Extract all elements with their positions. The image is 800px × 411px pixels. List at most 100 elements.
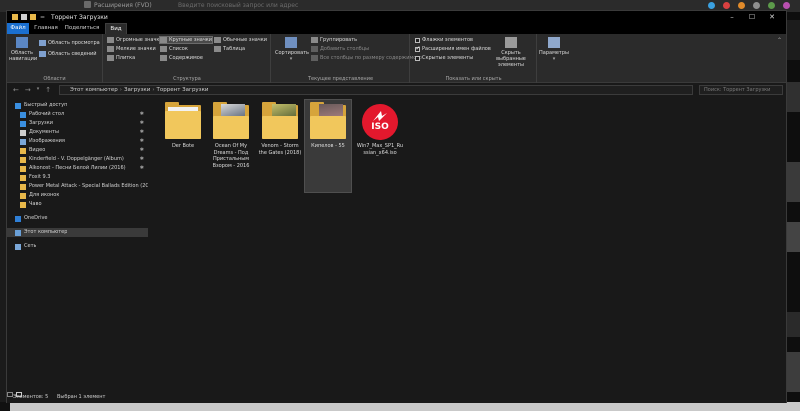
layout-extra-large-icons[interactable]: Огромные значки <box>107 37 163 43</box>
sort-button[interactable]: Сортировать ▾ <box>275 37 309 62</box>
extension-red-icon[interactable] <box>723 2 730 9</box>
taskbar-strip <box>0 402 800 411</box>
sidebar-item[interactable]: Видео ✱ <box>7 146 148 155</box>
layout-details[interactable]: Таблица <box>214 46 245 52</box>
ribbon-tabs: Файл Главная Поделиться Вид <box>7 23 786 34</box>
layout-large-icons[interactable]: Крупные значки <box>158 36 214 44</box>
tab-view[interactable]: Вид <box>105 23 127 34</box>
properties-icon[interactable] <box>21 14 27 20</box>
pin-icon[interactable]: ✱ <box>140 137 144 146</box>
breadcrumb-item[interactable]: Загрузки <box>124 87 150 93</box>
file-view: Der Bote Ocean Of My Dreams - Под Приста… <box>152 97 786 390</box>
sidebar-item[interactable]: Этот компьютер <box>7 228 148 237</box>
pin-icon[interactable]: ✱ <box>140 110 144 119</box>
small-icons-icon <box>107 46 114 52</box>
sidebar-item[interactable]: Загрузки ✱ <box>7 119 148 128</box>
file-name: Кипелов - 55 <box>311 143 345 149</box>
close-icon[interactable]: ✕ <box>762 11 782 23</box>
file-name: Venom - Storm the Gates (2018) <box>258 143 302 156</box>
pin-icon[interactable]: ✱ <box>140 155 144 164</box>
sidebar-item[interactable]: OneDrive <box>7 214 148 223</box>
sidebar-item[interactable]: Alkonost - Песни Белой Лилии (2016) ✱ <box>7 164 148 173</box>
item-checkboxes-toggle[interactable]: Флажки элементов <box>415 37 473 43</box>
up-arrow-icon[interactable]: ↑ <box>45 86 51 94</box>
layout-content[interactable]: Содержимое <box>160 55 203 61</box>
pin-icon[interactable]: ✱ <box>140 164 144 173</box>
ribbon-collapse-icon[interactable]: ⌃ <box>777 37 782 44</box>
sidebar-item[interactable]: Для иконок <box>7 191 148 200</box>
folder-icon <box>20 192 26 199</box>
ribbon-group-label: Показать или скрыть <box>445 76 502 82</box>
sidebar-item-label: Power Metal Attack - Special Ballads Edi… <box>29 183 148 189</box>
forward-arrow-icon[interactable]: → <box>25 86 31 94</box>
sidebar-item-label: Рабочий стол <box>29 111 65 117</box>
new-folder-icon[interactable] <box>30 14 36 20</box>
layout-item-label: Обычные значки <box>223 37 268 43</box>
computer-icon <box>15 229 21 236</box>
file-item[interactable]: Der Bote <box>160 100 206 192</box>
hide-selected-icon <box>505 37 517 48</box>
file-item[interactable]: Venom - Storm the Gates (2018) <box>257 100 303 192</box>
ribbon-group-panes: Область навигации Область просмотра Обла… <box>7 34 103 83</box>
details-pane-icon <box>39 51 46 57</box>
pin-icon[interactable]: ✱ <box>140 146 144 155</box>
sidebar-item[interactable]: Power Metal Attack - Special Ballads Edi… <box>7 182 148 191</box>
file-item[interactable]: ISO Win7_Max_SP1_Russian_x64.iso <box>355 100 405 192</box>
sidebar-item[interactable]: Изображения ✱ <box>7 137 148 146</box>
extension-blue-icon[interactable] <box>708 2 715 9</box>
sidebar-item[interactable]: Документы ✱ <box>7 128 148 137</box>
sidebar-item-label: Foxit 9.3 <box>29 174 51 180</box>
hidden-items-toggle[interactable]: Скрытые элементы <box>415 55 473 61</box>
add-columns-button[interactable]: Добавить столбцы <box>311 46 369 52</box>
minimize-icon[interactable]: – <box>722 11 742 23</box>
list-icon <box>160 46 167 52</box>
pin-icon[interactable]: ✱ <box>140 128 144 137</box>
layout-small-icons[interactable]: Мелкие значки <box>107 46 156 52</box>
layout-medium-icons[interactable]: Обычные значки <box>214 37 267 43</box>
navigation-pane-button[interactable]: Область навигации <box>9 37 37 62</box>
preview-pane-button[interactable]: Область просмотра <box>39 40 100 46</box>
chevron-down-icon: ▾ <box>552 56 556 62</box>
layout-list[interactable]: Список <box>160 46 188 52</box>
extension-orange-icon[interactable] <box>738 2 745 9</box>
options-button[interactable]: Параметры ▾ <box>539 37 569 62</box>
details-pane-label: Область сведений <box>48 51 97 57</box>
sidebar-item-label: Для иконок <box>29 192 60 198</box>
file-item[interactable]: Ocean Of My Dreams - Под Пристальным Взо… <box>208 100 254 192</box>
checkbox[interactable] <box>415 55 420 61</box>
checkbox-checked[interactable] <box>415 45 421 52</box>
tab-file[interactable]: Файл <box>7 23 29 34</box>
extra-large-icons-icon <box>107 37 114 43</box>
sidebar-item[interactable]: Чаво <box>7 200 148 209</box>
sidebar-item[interactable]: Kinderfield - V. Doppelgänger (Album) ✱ <box>7 155 148 164</box>
extension-gray-icon[interactable] <box>753 2 760 9</box>
sidebar-item[interactable]: Рабочий стол ✱ <box>7 110 148 119</box>
search-input[interactable]: Поиск: Торрент Загрузки <box>699 85 783 95</box>
folder-icon[interactable] <box>12 14 18 20</box>
sidebar-item[interactable]: Быстрый доступ <box>7 101 148 110</box>
fit-columns-label: Все столбцы по размеру содержимого <box>320 55 422 61</box>
file-extensions-toggle[interactable]: Расширения имен файлов <box>415 45 491 52</box>
extension-purple-icon[interactable] <box>783 2 790 9</box>
breadcrumb-item[interactable]: Этот компьютер <box>70 87 118 93</box>
quick-access-toolbar <box>12 14 36 20</box>
recent-dropdown-icon[interactable]: ▾ <box>37 86 40 94</box>
maximize-icon[interactable]: ☐ <box>742 11 762 23</box>
layout-tiles[interactable]: Плитка <box>107 55 135 61</box>
back-arrow-icon[interactable]: ← <box>13 86 19 94</box>
file-item-selected[interactable]: Кипелов - 55 <box>304 99 352 193</box>
breadcrumb[interactable]: Этот компьютер › Загрузки › Торрент Загрузки <box>59 85 693 95</box>
checkbox[interactable] <box>415 37 420 43</box>
fit-columns-icon <box>311 55 318 61</box>
breadcrumb-item[interactable]: Торрент Загрузки <box>157 87 209 93</box>
tab-share[interactable]: Поделиться <box>64 23 100 34</box>
pin-icon[interactable]: ✱ <box>140 119 144 128</box>
extension-green-icon[interactable] <box>768 2 775 9</box>
group-by-button[interactable]: Группировать <box>311 37 357 43</box>
tab-home[interactable]: Главная <box>31 23 61 34</box>
sidebar-item[interactable]: Сеть <box>7 242 148 251</box>
fit-columns-button[interactable]: Все столбцы по размеру содержимого <box>311 55 422 61</box>
sidebar-item[interactable]: Foxit 9.3 <box>7 173 148 182</box>
details-pane-button[interactable]: Область сведений <box>39 51 97 57</box>
hide-selected-button[interactable]: Скрыть выбранные элементы <box>490 37 532 68</box>
